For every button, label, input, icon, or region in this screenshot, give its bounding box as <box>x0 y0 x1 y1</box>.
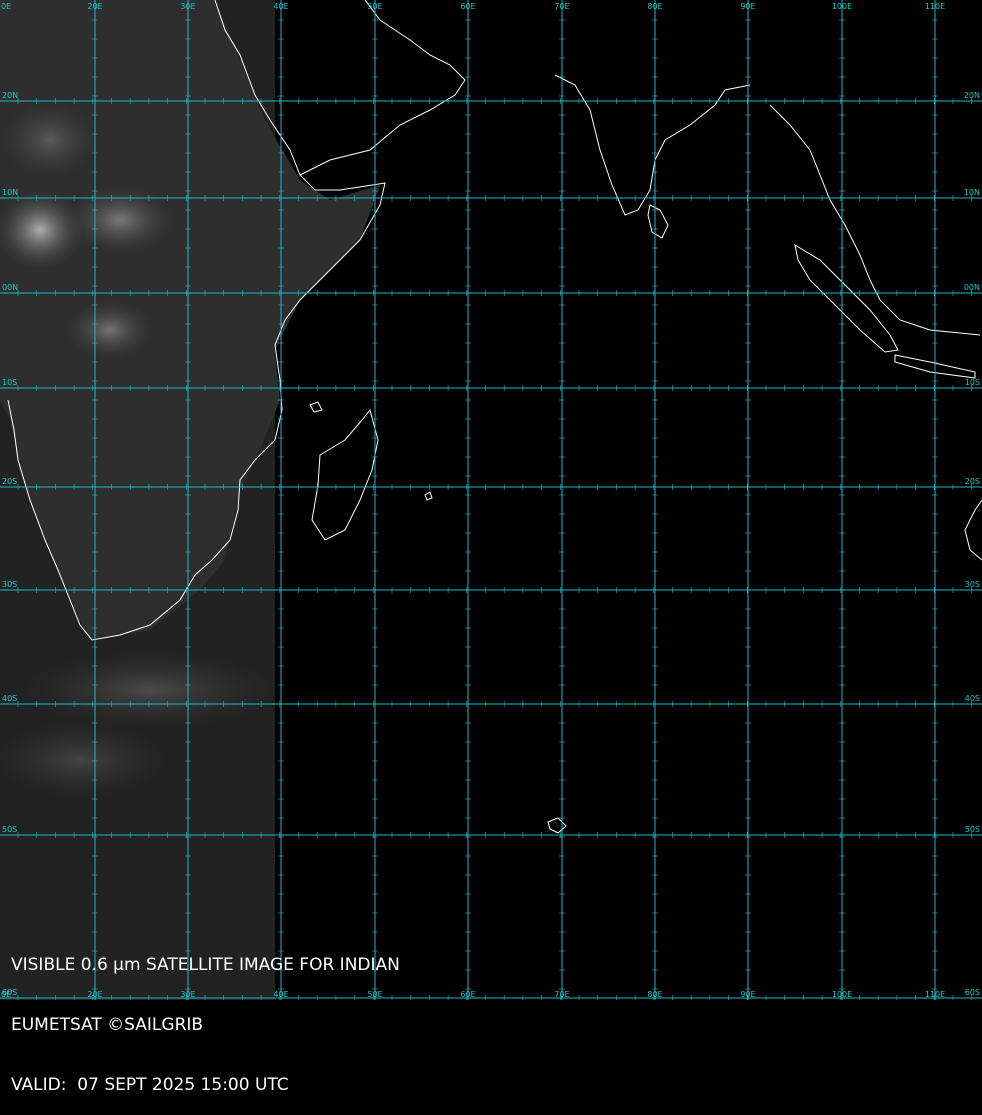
lat-label-right: 10S <box>965 378 980 387</box>
lon-label-top: 50E <box>367 2 382 11</box>
lat-label-left: 00N <box>2 283 18 292</box>
arabia-coast <box>299 0 466 176</box>
lat-label-right: 40S <box>965 694 980 703</box>
sumatra-island <box>794 243 899 353</box>
lat-label-left: 50S <box>2 825 17 834</box>
comoros-islands <box>309 401 323 413</box>
lon-label-top: 80E <box>647 2 662 11</box>
satellite-map: 20E20E30E30E40E40E50E50E60E60E70E70E80E8… <box>0 0 982 1000</box>
caption-title: VISIBLE 0.6 µm SATELLITE IMAGE FOR INDIA… <box>11 955 400 975</box>
lon-label-bottom: 110E <box>925 990 945 999</box>
mauritius-island <box>424 491 433 501</box>
lon-label-top: 30E <box>180 2 195 11</box>
lat-label-right: 30S <box>965 580 980 589</box>
lon-label-bottom: 60E <box>460 990 475 999</box>
lat-label-right: 10N <box>964 188 980 197</box>
africa-region <box>0 0 380 1000</box>
madagascar-island <box>311 408 379 541</box>
lat-label-left: 30S <box>2 580 17 589</box>
caption-valid-time: VALID: 07 SEPT 2025 15:00 UTC <box>11 1075 289 1095</box>
lon-label-top: 40E <box>273 2 288 11</box>
lat-label-right: 60S <box>965 988 980 997</box>
kerguelen-islands <box>547 817 567 834</box>
lat-label-right: 50S <box>965 825 980 834</box>
lat-label-left: 10S <box>2 378 17 387</box>
corner-label-top: 0E <box>1 2 11 11</box>
lon-label-top: 70E <box>554 2 569 11</box>
southeast-asia-coast <box>769 104 981 336</box>
lon-label-top: 100E <box>832 2 852 11</box>
lon-label-top: 20E <box>87 2 102 11</box>
lon-label-top: 60E <box>460 2 475 11</box>
lat-label-left: 20N <box>2 91 18 100</box>
lat-label-right: 20S <box>965 477 980 486</box>
caption-source: EUMETSAT ©SAILGRIB <box>11 1015 204 1035</box>
lon-label-bottom: 90E <box>740 990 755 999</box>
australia-coast <box>964 499 982 561</box>
lat-label-right: 20N <box>964 91 980 100</box>
image-caption: VISIBLE 0.6 µm SATELLITE IMAGE FOR INDIA… <box>11 915 400 1115</box>
lon-label-bottom: 100E <box>832 990 852 999</box>
lon-label-top: 90E <box>740 2 755 11</box>
lat-label-left: 10N <box>2 188 18 197</box>
lon-label-top: 110E <box>925 2 945 11</box>
lon-label-bottom: 80E <box>647 990 662 999</box>
lat-label-right: 00N <box>964 283 980 292</box>
lon-label-bottom: 70E <box>554 990 569 999</box>
lat-label-left: 20S <box>2 477 17 486</box>
lat-label-left: 40S <box>2 694 17 703</box>
